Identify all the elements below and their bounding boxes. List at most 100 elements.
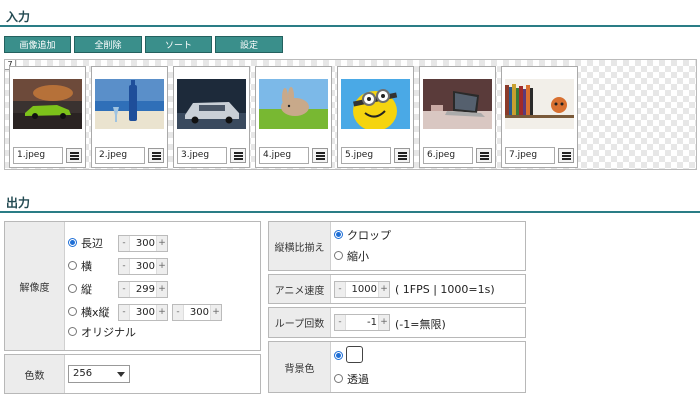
increment-button[interactable]: + [156,259,167,274]
original-label: オリジナル [81,326,136,339]
long-side-radio[interactable] [68,238,77,247]
original-radio[interactable] [68,327,77,336]
image-filename[interactable]: 4.jpeg [259,147,309,164]
image-thumbnail[interactable] [13,79,82,129]
width-x-height-label: 横x縦 [81,306,110,319]
height-stepper[interactable]: - 299 + [118,281,168,298]
menu-icon-bar [480,152,489,154]
custom-width-value[interactable]: 300 [136,305,155,320]
transparent-radio[interactable] [334,374,343,383]
background-color-swatch[interactable] [346,346,363,363]
menu-icon-bar [562,152,571,154]
decrement-button[interactable]: - [119,236,130,251]
add-image-button[interactable]: 画像追加 [4,36,71,53]
image-filename[interactable]: 2.jpeg [95,147,145,164]
image-menu-button[interactable] [148,148,164,163]
settings-button[interactable]: 設定 [215,36,283,53]
image-strip[interactable]: 7 1.jpeg 2.jpeg 3.jpeg 4.jpeg 5.jpeg 6.j… [4,59,697,170]
custom-height-value[interactable]: 300 [190,305,209,320]
resolution-label: 解像度 [5,222,65,350]
image-filename[interactable]: 1.jpeg [13,147,63,164]
width-x-height-radio[interactable] [68,307,77,316]
silver-car-image [177,79,246,129]
width-value[interactable]: 300 [136,259,155,274]
image-menu-button[interactable] [558,148,574,163]
output-section-title: 出力 [6,196,31,210]
delete-all-button[interactable]: 全削除 [74,36,142,53]
loop-count-value[interactable]: -1 [367,315,377,330]
image-thumbnail[interactable] [505,79,574,129]
wine-bottle-beach-image [95,79,164,129]
height-label: 縦 [81,283,92,296]
sort-button[interactable]: ソート [145,36,212,53]
crop-radio[interactable] [334,230,343,239]
menu-icon-bar [398,152,407,154]
background-color-radio[interactable] [334,351,343,360]
crop-label: クロップ [347,229,391,242]
height-radio[interactable] [68,284,77,293]
decrement-button[interactable]: - [173,305,184,320]
menu-icon-bar [480,155,489,157]
width-radio[interactable] [68,261,77,270]
image-filename[interactable]: 5.jpeg [341,147,391,164]
decrement-button[interactable]: - [119,305,130,320]
colors-panel: 色数 [4,354,261,394]
decrement-button[interactable]: - [335,282,346,297]
decrement-button[interactable]: - [335,315,346,330]
custom-width-stepper[interactable]: - 300 + [118,304,168,321]
long-side-stepper[interactable]: - 300 + [118,235,168,252]
color-count-select[interactable]: 256 [68,365,130,383]
decrement-button[interactable]: - [119,282,130,297]
increment-button[interactable]: + [156,305,167,320]
anime-speed-stepper[interactable]: - 1000 + [334,281,390,298]
image-card[interactable]: 4.jpeg [255,66,332,168]
image-thumbnail[interactable] [177,79,246,129]
loop-count-note: (-1=無限) [395,318,446,331]
increment-button[interactable]: + [378,315,389,330]
image-menu-button[interactable] [312,148,328,163]
long-side-value[interactable]: 300 [136,236,155,251]
image-menu-button[interactable] [394,148,410,163]
image-filename[interactable]: 3.jpeg [177,147,227,164]
input-section-title: 入力 [6,10,31,24]
image-card[interactable]: 7.jpeg [501,66,578,168]
image-card[interactable]: 2.jpeg [91,66,168,168]
anime-speed-value[interactable]: 1000 [352,282,377,297]
color-count-value: 256 [73,368,93,379]
background-panel: 背景色 [268,341,526,393]
increment-button[interactable]: + [378,282,389,297]
menu-icon-bar [234,152,243,154]
laptop-image [423,79,492,129]
shrink-label: 縮小 [347,250,369,263]
background-label: 背景色 [269,342,331,392]
menu-icon-bar [152,155,161,157]
image-card[interactable]: 1.jpeg [9,66,86,168]
image-thumbnail[interactable] [95,79,164,129]
custom-height-stepper[interactable]: - 300 + [172,304,222,321]
image-filename[interactable]: 7.jpeg [505,147,555,164]
menu-icon-bar [70,158,79,160]
car-sunset-image [13,79,82,129]
width-stepper[interactable]: - 300 + [118,258,168,275]
image-menu-button[interactable] [230,148,246,163]
menu-icon-bar [398,158,407,160]
image-thumbnail[interactable] [423,79,492,129]
height-value[interactable]: 299 [136,282,155,297]
image-card[interactable]: 6.jpeg [419,66,496,168]
increment-button[interactable]: + [156,236,167,251]
image-thumbnail[interactable] [341,79,410,129]
increment-button[interactable]: + [210,305,221,320]
image-card[interactable]: 5.jpeg [337,66,414,168]
image-card[interactable]: 3.jpeg [173,66,250,168]
increment-button[interactable]: + [156,282,167,297]
image-filename[interactable]: 6.jpeg [423,147,473,164]
colors-label: 色数 [5,355,65,393]
menu-icon-bar [562,158,571,160]
image-menu-button[interactable] [476,148,492,163]
decrement-button[interactable]: - [119,259,130,274]
shrink-radio[interactable] [334,251,343,260]
loop-count-stepper[interactable]: - -1 + [334,314,390,331]
image-menu-button[interactable] [66,148,82,163]
image-thumbnail[interactable] [259,79,328,129]
chevron-down-icon [117,372,125,377]
